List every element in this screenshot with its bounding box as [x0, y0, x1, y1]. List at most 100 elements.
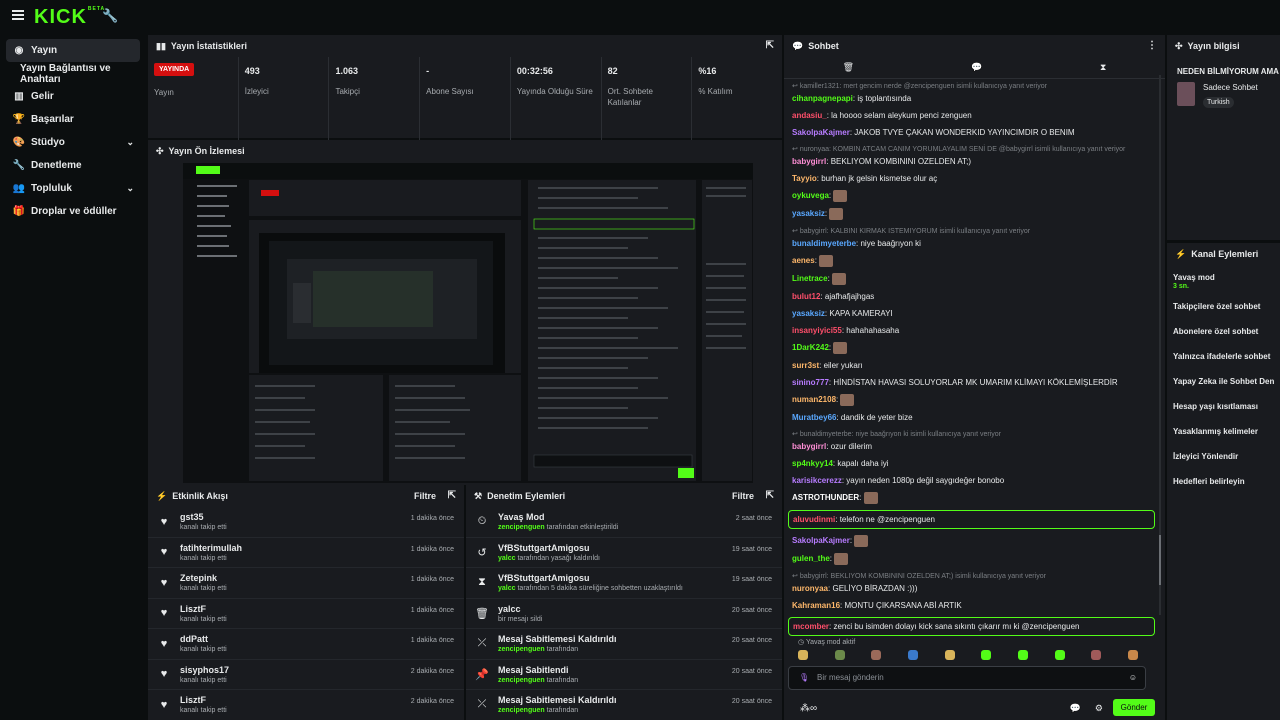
- chat-username[interactable]: Kahraman16: [792, 601, 840, 610]
- emote-icon[interactable]: [1127, 650, 1138, 660]
- chat-username[interactable]: SakolpaKajmer: [792, 128, 850, 137]
- emoji-picker-icon[interactable]: ☺: [1129, 667, 1137, 689]
- chat-message[interactable]: babygirrl: BEKLIYOM KOMBININI OZELDEN AT…: [792, 156, 1157, 167]
- popout-icon[interactable]: ⇱: [766, 490, 774, 501]
- chat-username[interactable]: Linetrace: [792, 274, 828, 283]
- activity-user[interactable]: gst35: [180, 512, 227, 522]
- chat-username[interactable]: insanyiyici55: [792, 326, 842, 335]
- chat-username[interactable]: bulut12: [792, 292, 820, 301]
- chat-message[interactable]: sp4nkyy14: kapalı daha iyi: [792, 458, 1157, 469]
- chat-username[interactable]: aluvudinmi: [793, 515, 835, 524]
- popout-icon[interactable]: ⇱: [766, 40, 774, 51]
- chat-tab-icon[interactable]: 💬: [971, 62, 982, 73]
- chat-username[interactable]: oykuvega: [792, 191, 829, 200]
- chat-message[interactable]: insanyiyici55: hahahahasaha: [792, 325, 1157, 336]
- sidebar-item-droplar-ve-d-ller[interactable]: 🎁 Droplar ve ödüller: [6, 200, 140, 223]
- send-button[interactable]: Gönder: [1113, 699, 1155, 716]
- chat-message[interactable]: andasiu_: la hoooo selam aleykum penci z…: [792, 110, 1157, 121]
- points-icon[interactable]: ⁂∞: [800, 703, 817, 714]
- activity-user[interactable]: sisyphos17: [180, 665, 229, 675]
- activity-filter-button[interactable]: Filtre: [414, 491, 436, 501]
- emote-icon[interactable]: [907, 650, 918, 660]
- chat-message[interactable]: ASTROTHUNDER:: [792, 492, 1157, 504]
- chat-message[interactable]: gulen_the:: [792, 553, 1157, 565]
- menu-icon[interactable]: [12, 10, 24, 22]
- moderation-actor[interactable]: yalcc: [498, 585, 516, 592]
- chat-message[interactable]: surr3st: eiler yukarı: [792, 360, 1157, 371]
- moderation-actor[interactable]: zencipenguen: [498, 677, 545, 684]
- category-thumbnail[interactable]: [1177, 82, 1195, 106]
- moderation-row[interactable]: 📌 Mesaj Sabitlendi zencipenguen tarafından…: [466, 660, 782, 690]
- activity-row[interactable]: ♥ ddPatt kanalı takip etti 1 dakika önce: [148, 629, 464, 660]
- moderation-row[interactable]: ⤫ Mesaj Sabitlemesi Kaldırıldı zencipengue…: [466, 629, 782, 660]
- emote-icon[interactable]: [834, 650, 845, 660]
- chat-username[interactable]: nuronyaa: [792, 584, 828, 593]
- chat-message[interactable]: mcomber: zenci bu isimden dolayı kick sa…: [788, 617, 1155, 636]
- moderation-actor[interactable]: zencipenguen: [498, 524, 545, 531]
- chat-message[interactable]: Tayyio: burhan jk gelsin kismetse olur a…: [792, 173, 1157, 184]
- moderation-row[interactable]: ↺ VfBStuttgartAmigosu yalcc tarafından yas…: [466, 538, 782, 568]
- kick-logo[interactable]: KICKBETA: [34, 6, 105, 29]
- channel-action-item[interactable]: İzleyici Yönlendir: [1167, 444, 1280, 469]
- chat-message[interactable]: bunaldimyeterbe: niye baağrıyon ki: [792, 238, 1157, 249]
- chat-message[interactable]: SakolpaKajmer: JAKOB TVYE ÇAKAN WONDERKI…: [792, 127, 1157, 138]
- chat-message[interactable]: Linetrace:: [792, 273, 1157, 285]
- activity-user[interactable]: fatihterimullah: [180, 543, 242, 553]
- activity-row[interactable]: ♥ LisztF kanalı takip etti 2 dakika önce: [148, 690, 464, 720]
- chat-message[interactable]: sinino777: HİNDİSTAN HAVASI SOLUYORLAR M…: [792, 377, 1157, 388]
- chat-username[interactable]: sp4nkyy14: [792, 459, 833, 468]
- activity-user[interactable]: Zetepink: [180, 573, 227, 583]
- chat-username[interactable]: Tayyio: [792, 174, 817, 183]
- chat-message[interactable]: SakolpaKajmer:: [792, 535, 1157, 547]
- sidebar-item-gelir[interactable]: ▥ Gelir: [6, 85, 140, 108]
- channel-action-item[interactable]: Yalnızca ifadelerle sohbet: [1167, 344, 1280, 369]
- chat-message[interactable]: bulut12: ajafhafjajhgas: [792, 291, 1157, 302]
- moderation-row[interactable]: ⧗ VfBStuttgartAmigosu yalcc tarafından 5 d…: [466, 568, 782, 599]
- chat-username[interactable]: yasaksiz: [792, 309, 825, 318]
- sidebar-item-denetleme[interactable]: 🔧 Denetleme: [6, 154, 140, 177]
- chat-username[interactable]: ASTROTHUNDER: [792, 493, 859, 502]
- sidebar-item-topluluk[interactable]: 👥 Topluluk ⌄: [6, 177, 140, 200]
- emote-icon[interactable]: [798, 650, 808, 660]
- activity-row[interactable]: ♥ sisyphos17 kanalı takip etti 2 dakika önc…: [148, 660, 464, 690]
- activity-row[interactable]: ♥ Zetepink kanalı takip etti 1 dakika önce: [148, 568, 464, 599]
- moderation-actor[interactable]: zencipenguen: [498, 707, 545, 714]
- chat-username[interactable]: SakolpaKajmer: [792, 536, 850, 545]
- chat-message[interactable]: yasaksiz: KAPA KAMERAYI: [792, 308, 1157, 319]
- chevron-down-icon[interactable]: ⌄: [126, 137, 134, 148]
- channel-action-item[interactable]: Takipçilere özel sohbet: [1167, 294, 1280, 319]
- activity-row[interactable]: ♥ gst35 kanalı takip etti 1 dakika önce: [148, 507, 464, 538]
- wrench-icon[interactable]: 🔧: [102, 8, 118, 24]
- channel-action-item[interactable]: Yavaş mod 3 sn.: [1167, 269, 1280, 294]
- channel-action-item[interactable]: Yasaklanmış kelimeler: [1167, 419, 1280, 444]
- chat-message[interactable]: nuronyaa: GELİYO BİRAZDAN :))): [792, 583, 1157, 594]
- emote-icon[interactable]: [981, 650, 992, 660]
- emote-icon[interactable]: [871, 650, 882, 660]
- chat-username[interactable]: karisikcerezz: [792, 476, 842, 485]
- chat-username[interactable]: aenes: [792, 256, 815, 265]
- chat-message[interactable]: 1DarK242:: [792, 342, 1157, 354]
- moderation-filter-button[interactable]: Filtre: [732, 491, 754, 501]
- chat-username[interactable]: yasaksiz: [792, 209, 825, 218]
- channel-action-item[interactable]: Hedefleri belirleyin: [1167, 469, 1280, 494]
- chat-message[interactable]: cihanpagnepapi: iş toplantısında: [792, 93, 1157, 104]
- chat-message[interactable]: Muratbey66: dandik de yeter bize: [792, 412, 1157, 423]
- channel-action-item[interactable]: Yapay Zeka ile Sohbet Dene: [1167, 369, 1280, 394]
- sidebar-item-ba-ar-lar[interactable]: 🏆 Başarılar: [6, 108, 140, 131]
- moderation-actor[interactable]: zencipenguen: [498, 646, 545, 653]
- more-options-icon[interactable]: ⋮: [1147, 40, 1157, 51]
- emote-icon[interactable]: [1017, 650, 1028, 660]
- chat-username[interactable]: babygirrl: [792, 442, 826, 451]
- emote-icon[interactable]: [1091, 650, 1102, 660]
- chat-message[interactable]: aluvudinmi: telefon ne @zencipenguen: [788, 510, 1155, 529]
- chat-username[interactable]: Muratbey66: [792, 413, 836, 422]
- chat-username[interactable]: bunaldimyeterbe: [792, 239, 856, 248]
- tag-badge[interactable]: Turkish: [1203, 97, 1234, 108]
- chat-username[interactable]: sinino777: [792, 378, 829, 387]
- channel-action-item[interactable]: Hesap yaşı kısıtlaması: [1167, 394, 1280, 419]
- chat-username[interactable]: surr3st: [792, 361, 819, 370]
- stream-preview-video[interactable]: [183, 163, 753, 483]
- chat-username[interactable]: mcomber: [793, 622, 829, 631]
- sidebar-item-yay-n-ba-lant-s-ve-anahtar-[interactable]: Yayın Bağlantısı ve Anahtarı: [6, 62, 140, 85]
- moderation-row[interactable]: ⏲ Yavaş Mod zencipenguen tarafından etkinl…: [466, 507, 782, 538]
